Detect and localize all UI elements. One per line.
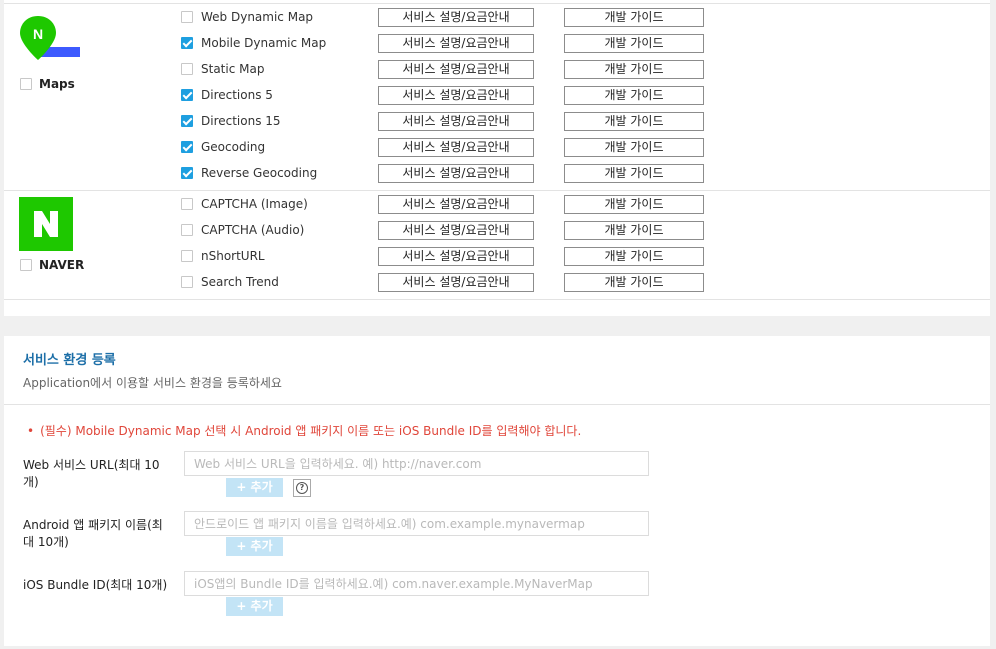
service-info-button[interactable]: 서비스 설명/요금안내 — [378, 86, 534, 105]
api-name: Static Map — [201, 62, 265, 76]
category-label-naver: NAVER — [39, 258, 85, 272]
question-icon: ? — [296, 482, 308, 494]
service-info-button[interactable]: 서비스 설명/요금안내 — [378, 195, 534, 214]
category-label-maps: Maps — [39, 77, 75, 91]
add-ios-bundle-button[interactable]: + 추가 — [226, 597, 283, 616]
dev-guide-button[interactable]: 개발 가이드 — [564, 221, 704, 240]
section-title: 서비스 환경 등록 — [23, 353, 116, 368]
dev-guide-button[interactable]: 개발 가이드 — [564, 34, 704, 53]
api-name: Search Trend — [201, 275, 279, 289]
api-checkbox[interactable] — [181, 115, 193, 127]
api-name: nShortURL — [201, 249, 265, 263]
api-checkbox[interactable] — [181, 167, 193, 179]
service-info-button[interactable]: 서비스 설명/요금안내 — [378, 247, 534, 266]
api-name: CAPTCHA (Audio) — [201, 223, 305, 237]
dev-guide-button[interactable]: 개발 가이드 — [564, 247, 704, 266]
section-subtitle: Application에서 이용할 서비스 환경을 등록하세요 — [23, 376, 282, 390]
naver-logo-icon — [19, 197, 73, 251]
service-env-panel: 서비스 환경 등록 Application에서 이용할 서비스 환경을 등록하세… — [4, 336, 990, 646]
service-info-button[interactable]: 서비스 설명/요금안내 — [378, 138, 534, 157]
api-checkbox[interactable] — [181, 89, 193, 101]
service-info-button[interactable]: 서비스 설명/요금안내 — [378, 8, 534, 27]
service-info-button[interactable]: 서비스 설명/요금안내 — [378, 112, 534, 131]
svg-text:N: N — [33, 26, 43, 42]
notice-text: (필수) Mobile Dynamic Map 선택 시 Android 앱 패… — [40, 424, 582, 438]
api-checkbox[interactable] — [181, 11, 193, 23]
api-name: Directions 15 — [201, 114, 281, 128]
dev-guide-button[interactable]: 개발 가이드 — [564, 273, 704, 292]
required-notice: • (필수) Mobile Dynamic Map 선택 시 Android 앱 … — [27, 422, 581, 439]
api-checkbox[interactable] — [181, 37, 193, 49]
service-info-button[interactable]: 서비스 설명/요금안내 — [378, 221, 534, 240]
android-package-label: Android 앱 패키지 이름(최대 10개) — [23, 518, 163, 549]
api-name: Reverse Geocoding — [201, 166, 318, 180]
dev-guide-button[interactable]: 개발 가이드 — [564, 138, 704, 157]
service-info-button[interactable]: 서비스 설명/요금안내 — [378, 34, 534, 53]
api-checkbox[interactable] — [181, 198, 193, 210]
service-info-button[interactable]: 서비스 설명/요금안내 — [378, 60, 534, 79]
api-name: Mobile Dynamic Map — [201, 36, 327, 50]
divider — [4, 190, 990, 191]
add-android-package-button[interactable]: + 추가 — [226, 537, 283, 556]
api-name: CAPTCHA (Image) — [201, 197, 308, 211]
dev-guide-button[interactable]: 개발 가이드 — [564, 112, 704, 131]
ios-bundle-label: iOS Bundle ID(최대 10개) — [23, 578, 168, 592]
ios-bundle-input[interactable] — [184, 571, 649, 596]
api-checkbox[interactable] — [181, 250, 193, 262]
category-checkbox-naver[interactable] — [20, 259, 32, 271]
bullet-icon: • — [27, 424, 35, 438]
service-info-button[interactable]: 서비스 설명/요금안내 — [378, 273, 534, 292]
help-button[interactable]: ? — [293, 479, 311, 497]
api-name: Web Dynamic Map — [201, 10, 314, 24]
android-package-input[interactable] — [184, 511, 649, 536]
add-web-url-button[interactable]: + 추가 — [226, 478, 283, 497]
service-info-button[interactable]: 서비스 설명/요금안내 — [378, 164, 534, 183]
api-name: Directions 5 — [201, 88, 273, 102]
divider — [4, 404, 990, 405]
web-url-label: Web 서비스 URL(최대 10개) — [23, 458, 160, 489]
dev-guide-button[interactable]: 개발 가이드 — [564, 60, 704, 79]
web-url-input[interactable] — [184, 451, 649, 476]
divider — [4, 299, 990, 300]
api-checkbox[interactable] — [181, 276, 193, 288]
api-checkbox[interactable] — [181, 224, 193, 236]
dev-guide-button[interactable]: 개발 가이드 — [564, 8, 704, 27]
api-selection-panel: N Maps NAVER Web Dynamic Map 서비스 설명/요금안내 개… — [4, 0, 990, 316]
dev-guide-button[interactable]: 개발 가이드 — [564, 164, 704, 183]
divider — [4, 3, 990, 4]
maps-logo-icon: N — [18, 14, 80, 72]
dev-guide-button[interactable]: 개발 가이드 — [564, 195, 704, 214]
dev-guide-button[interactable]: 개발 가이드 — [564, 86, 704, 105]
api-name: Geocoding — [201, 140, 266, 154]
api-checkbox[interactable] — [181, 63, 193, 75]
category-checkbox-maps[interactable] — [20, 78, 32, 90]
api-checkbox[interactable] — [181, 141, 193, 153]
